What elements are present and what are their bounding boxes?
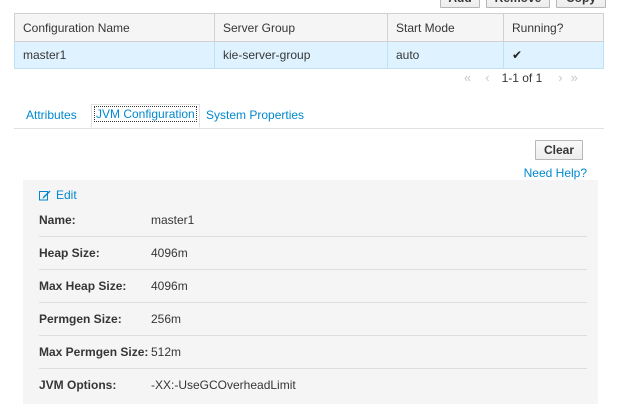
need-help-link[interactable]: Need Help? xyxy=(524,166,587,180)
copy-button[interactable]: Copy xyxy=(556,0,606,8)
field-value: 4096m xyxy=(151,279,188,293)
field-value: -XX:-UseGCOverheadLimit xyxy=(151,378,296,392)
field-jvm-options: JVM Options: -XX:-UseGCOverheadLimit xyxy=(39,369,587,401)
field-label: Name: xyxy=(39,213,76,227)
field-label: JVM Options: xyxy=(39,378,117,392)
previous-page-icon[interactable]: ‹ xyxy=(485,70,489,85)
column-header-configuration-name[interactable]: Configuration Name xyxy=(14,13,215,42)
cell-configuration-name[interactable]: master1 xyxy=(14,41,215,69)
clear-button[interactable]: Clear xyxy=(535,140,583,160)
field-label: Heap Size: xyxy=(39,246,100,260)
jvm-configuration-panel: Edit Name: master1 Heap Size: 4096m Max … xyxy=(23,180,598,404)
edit-label: Edit xyxy=(56,188,77,202)
tab-jvm-configuration-label: JVM Configuration xyxy=(94,106,197,122)
toolbar: Add Remove Copy xyxy=(440,0,606,8)
field-label: Permgen Size: xyxy=(39,312,122,326)
column-header-server-group[interactable]: Server Group xyxy=(214,13,388,42)
table-header-row: Configuration Name Server Group Start Mo… xyxy=(14,13,604,42)
page-range: 1-1 of 1 xyxy=(501,70,543,85)
table-row[interactable]: master1 kie-server-group auto ✔ xyxy=(14,41,604,69)
next-page-icon[interactable]: › xyxy=(558,70,562,85)
cell-start-mode[interactable]: auto xyxy=(387,41,504,69)
tab-system-properties[interactable]: System Properties xyxy=(206,108,304,122)
cell-running[interactable]: ✔ xyxy=(503,41,604,69)
jvm-fields: Name: master1 Heap Size: 4096m Max Heap … xyxy=(39,204,587,401)
field-value: 256m xyxy=(151,312,182,326)
field-heap-size: Heap Size: 4096m xyxy=(39,237,587,270)
cell-server-group[interactable]: kie-server-group xyxy=(214,41,388,69)
configurations-table: Configuration Name Server Group Start Mo… xyxy=(14,13,604,69)
pagination: « ‹ 1-1 of 1 › » xyxy=(460,70,582,85)
field-max-heap-size: Max Heap Size: 4096m xyxy=(39,270,587,303)
field-max-permgen-size: Max Permgen Size: 512m xyxy=(39,336,587,369)
field-value: master1 xyxy=(151,213,195,227)
edit-link[interactable]: Edit xyxy=(39,188,77,202)
column-header-start-mode[interactable]: Start Mode xyxy=(387,13,504,42)
field-permgen-size: Permgen Size: 256m xyxy=(39,303,587,336)
field-label: Max Permgen Size: xyxy=(39,345,149,359)
field-value: 4096m xyxy=(151,246,188,260)
field-name: Name: master1 xyxy=(39,204,587,237)
remove-button[interactable]: Remove xyxy=(486,0,550,8)
add-button[interactable]: Add xyxy=(440,0,480,8)
first-page-icon[interactable]: « xyxy=(464,70,471,85)
last-page-icon[interactable]: » xyxy=(571,70,578,85)
field-value: 512m xyxy=(151,345,182,359)
tab-attributes[interactable]: Attributes xyxy=(26,108,77,122)
edit-icon xyxy=(39,190,51,200)
field-label: Max Heap Size: xyxy=(39,279,127,293)
tab-jvm-configuration[interactable]: JVM Configuration xyxy=(91,104,200,128)
tab-bar: Attributes JVM Configuration System Prop… xyxy=(14,104,604,129)
column-header-running[interactable]: Running? xyxy=(503,13,604,42)
checkmark-icon: ✔ xyxy=(512,48,523,62)
